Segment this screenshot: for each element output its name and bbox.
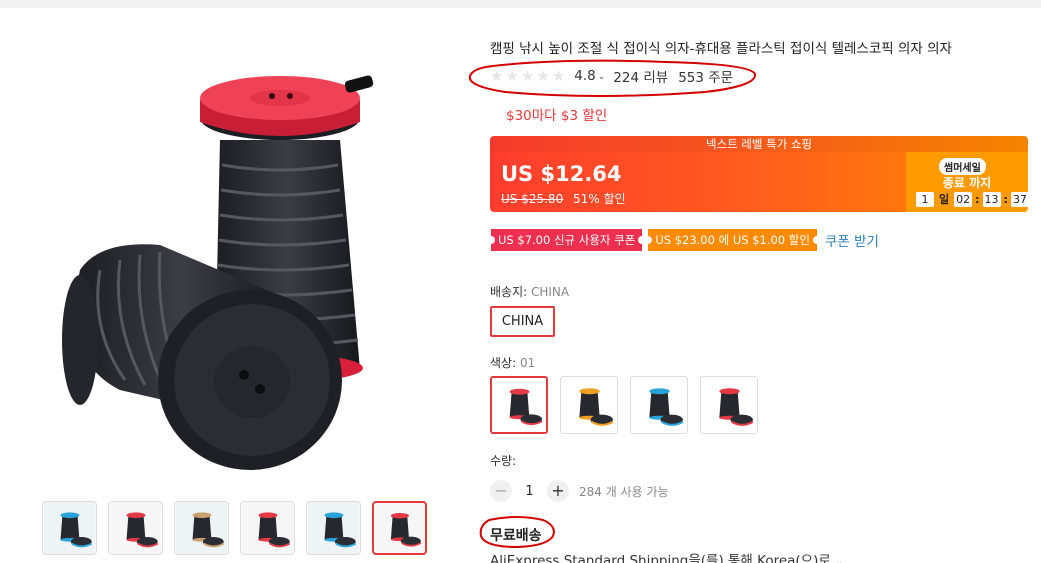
color-swatches [490,376,758,434]
ends-label: 종료 까지 [942,176,992,190]
original-price: US $25.80 [501,192,564,206]
quantity-available: 284 개 사용 가능 [579,484,669,499]
color-swatch[interactable] [490,376,548,434]
color-swatch[interactable] [700,376,758,434]
annotation-ellipse [468,59,756,97]
ship-from-option-china[interactable]: CHINA [490,306,555,337]
sale-price: US $12.64 [501,162,622,186]
summer-sale-badge: 썸머세일 [939,158,986,175]
quantity-minus-button[interactable]: − [490,480,512,502]
color-swatch[interactable] [630,376,688,434]
quantity-input[interactable]: 1 [512,484,547,499]
color-label: 색상: 01 [490,354,535,371]
ship-from-label: 배송지: CHINA [490,283,569,300]
countdown-days-unit: 일 [939,193,950,206]
countdown-days: 1 [916,191,934,207]
top-band [0,0,1041,8]
quantity-stepper: − 1 + 284 개 사용 가능 [490,479,669,503]
ship-from-label-text: 배송지: [490,285,531,299]
original-price-row: US $25.80 51% 할인 [501,190,626,207]
thumbnail[interactable] [240,501,295,555]
quantity-label: 수량: [490,454,517,468]
store-promo[interactable]: $30마다 $3 할인 [506,104,607,124]
thumbnail[interactable] [372,501,427,555]
sale-banner: 넥스트 레벨 특가 쇼핑 US $12.64 US $25.80 51% 할인 … [490,136,1028,212]
shipping-method-text: AliExpress Standard Shipping을(를) 통해 Kore… [490,553,831,563]
color-label-text: 색상: [490,356,520,370]
thumbnail[interactable] [108,501,163,555]
annotation-ellipse [479,516,555,549]
get-coupon-link[interactable]: 쿠폰 받기 [825,230,879,250]
thumbnail[interactable] [174,501,229,555]
countdown-minutes: 13 [982,191,1001,207]
shipping-method-link[interactable]: AliExpress Standard Shipping을(를) 통해 Kore… [490,549,843,563]
thumbnail[interactable] [42,501,97,555]
countdown-separator: : [975,192,980,206]
store-coupon[interactable]: US $23.00 에 US $1.00 할인 [644,229,821,251]
thumbnail-strip [42,501,427,555]
countdown-separator: : [1003,192,1008,206]
countdown-panel: 썸머세일 종료 까지 1 일 02 : 13 : 37 [906,152,1028,212]
color-swatch[interactable] [560,376,618,434]
ship-from-value: CHINA [530,285,570,299]
quantity-plus-button[interactable]: + [547,480,569,502]
sale-header: 넥스트 레벨 특가 쇼핑 [490,136,1028,152]
chevron-down-icon: ⌄ [835,557,844,563]
thumbnail[interactable] [306,501,361,555]
product-title: 캠핑 낚시 높이 조절 식 접이식 의자-휴대용 플라스틱 접이식 텔레스코픽 … [490,41,952,57]
countdown-hours: 02 [954,191,973,207]
color-value: 01 [519,356,536,370]
new-user-coupon[interactable]: US $7.00 신규 사용자 쿠폰 [486,229,647,251]
countdown-timer: 1 일 02 : 13 : 37 [916,191,1028,207]
discount-percent: 51% 할인 [573,192,626,206]
countdown-seconds: 37 [1010,191,1028,207]
coupon-row: US $7.00 신규 사용자 쿠폰 US $23.00 에 US $1.00 … [486,229,879,251]
main-product-image[interactable] [40,40,440,480]
